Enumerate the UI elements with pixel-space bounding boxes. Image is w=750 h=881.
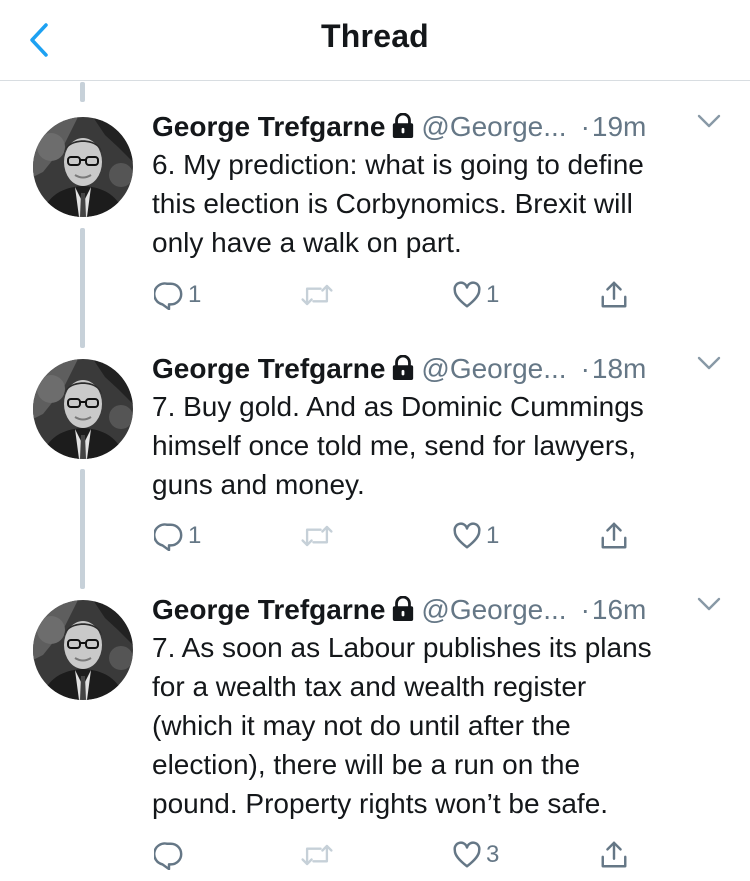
heart-icon: [452, 280, 482, 310]
heart-icon: [452, 840, 482, 870]
retweet-icon: [299, 521, 335, 551]
top-bar: Thread: [0, 0, 750, 81]
heart-icon: [452, 521, 482, 551]
like-count: 1: [486, 522, 500, 549]
timestamp[interactable]: 16m: [592, 594, 646, 625]
tweet-text-line: guns and money.: [152, 469, 365, 500]
lock-icon: [391, 113, 415, 139]
avatar[interactable]: [33, 117, 133, 217]
retweet-button[interactable]: [299, 277, 339, 313]
author-name[interactable]: George Trefgarne: [152, 111, 385, 142]
author-handle[interactable]: @George...: [421, 353, 566, 384]
retweet-button[interactable]: [299, 837, 339, 873]
share-icon: [599, 840, 629, 870]
reply-button[interactable]: 1: [154, 277, 201, 313]
retweet-icon: [299, 280, 335, 310]
tweet-text-line: election), there will be a run on the: [152, 749, 581, 780]
share-button[interactable]: [599, 518, 629, 554]
share-button[interactable]: [599, 837, 629, 873]
like-count: 3: [486, 841, 500, 868]
lock-icon: [391, 596, 415, 622]
tweet-text-line: pound. Property rights won’t be safe.: [152, 788, 609, 819]
reply-button[interactable]: 1: [154, 518, 201, 554]
tweet-text: 7. As soon as Labour publishes its plans…: [152, 628, 722, 823]
page-title: Thread: [321, 18, 429, 54]
tweet[interactable]: George Trefgarne @George... ·19m 6. My pre…: [0, 107, 750, 332]
tweet-actions: 1 1: [152, 518, 652, 554]
lock-icon: [391, 355, 415, 381]
avatar[interactable]: [33, 600, 133, 700]
tweet-text-line: this election is Corbynomics. Brexit wil…: [152, 188, 633, 219]
author-handle[interactable]: @George...: [421, 594, 566, 625]
tweet-text-line: for a wealth tax and wealth register: [152, 671, 587, 702]
reply-icon: [154, 521, 184, 551]
tweet-text: 6. My prediction: what is going to defin…: [152, 145, 722, 262]
tweet-text-line: only have a walk on part.: [152, 227, 462, 258]
reply-count: 1: [188, 522, 202, 549]
tweet-text: 7. Buy gold. And as Dominic Cummings him…: [152, 387, 722, 504]
thread-connector-line: [80, 82, 85, 102]
tweet-actions: 1 1: [152, 277, 652, 313]
tweet-text-line: himself once told me, send for lawyers,: [152, 430, 636, 461]
timestamp[interactable]: 18m: [592, 353, 646, 384]
like-button[interactable]: 1: [452, 518, 499, 554]
retweet-icon: [299, 840, 335, 870]
tweet[interactable]: George Trefgarne @George... ·18m 7. Buy go…: [0, 349, 750, 574]
reply-button[interactable]: [154, 837, 188, 873]
reply-icon: [154, 280, 184, 310]
retweet-button[interactable]: [299, 518, 339, 554]
author-name[interactable]: George Trefgarne: [152, 353, 385, 384]
tweet[interactable]: George Trefgarne @George... ·16m 7. As soo…: [0, 590, 750, 881]
tweet-text-line: (which it may not do until after the: [152, 710, 571, 741]
tweet-header: George Trefgarne @George... ·19m: [152, 107, 722, 147]
like-button[interactable]: 1: [452, 277, 499, 313]
tweet-text-line: 6. My prediction: what is going to defin…: [152, 149, 644, 180]
reply-icon: [154, 840, 184, 870]
chevron-down-icon[interactable]: [696, 596, 722, 612]
chevron-down-icon[interactable]: [696, 113, 722, 129]
share-button[interactable]: [599, 277, 629, 313]
separator-dot: ·: [580, 111, 590, 142]
author-handle[interactable]: @George...: [421, 111, 566, 142]
share-icon: [599, 280, 629, 310]
tweet-text-line: 7. Buy gold. And as Dominic Cummings: [152, 391, 644, 422]
share-icon: [599, 521, 629, 551]
separator-dot: ·: [580, 594, 590, 625]
avatar[interactable]: [33, 359, 133, 459]
tweet-text-line: 7. As soon as Labour publishes its plans: [152, 632, 652, 663]
separator-dot: ·: [580, 353, 590, 384]
author-name[interactable]: George Trefgarne: [152, 594, 385, 625]
tweet-actions: 3: [152, 837, 652, 873]
like-button[interactable]: 3: [452, 837, 499, 873]
like-count: 1: [486, 281, 500, 308]
tweet-header: George Trefgarne @George... ·16m: [152, 590, 722, 630]
tweet-header: George Trefgarne @George... ·18m: [152, 349, 722, 389]
reply-count: 1: [188, 281, 202, 308]
timestamp[interactable]: 19m: [592, 111, 646, 142]
chevron-down-icon[interactable]: [696, 355, 722, 371]
